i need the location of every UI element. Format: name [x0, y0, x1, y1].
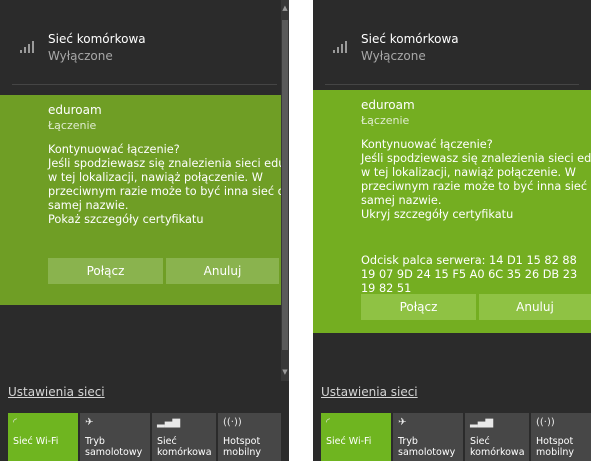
scrollbar-thumb[interactable] [282, 20, 288, 350]
cellular-status: Wyłączone [48, 49, 113, 63]
divider [12, 84, 277, 85]
tile-label: Tryb samolotowy [85, 436, 143, 458]
cellular-title: Sieć komórkowa [48, 32, 146, 46]
tile-label: Hotspot mobilny [536, 436, 575, 458]
cellular-network-item[interactable]: Sieć komórkowa Wyłączone [313, 24, 591, 72]
cancel-button[interactable]: Anuluj [166, 258, 279, 284]
cellular-icon: ▂▄▆ [157, 417, 181, 428]
tile-wifi[interactable]: ◜ Sieć Wi-Fi [8, 413, 78, 461]
cellular-network-item[interactable]: Sieć komórkowa Wyłączone [0, 24, 289, 72]
prompt-line: przeciwnym razie może to być inna sieć o… [48, 185, 289, 198]
quick-actions: ◜ Sieć Wi-Fi ✈ Tryb samolotowy ▂▄▆ Sieć … [313, 413, 591, 461]
prompt-line: samej nazwie. [361, 194, 442, 207]
network-name: eduroam [48, 103, 102, 117]
scroll-down-icon[interactable]: ▼ [281, 368, 289, 376]
tile-hotspot[interactable]: ((·)) Hotspot mobilny [218, 413, 281, 461]
wifi-icon: ◜ [326, 417, 330, 428]
hotspot-icon: ((·)) [536, 417, 555, 428]
prompt-question: Kontynuować łączenie? [361, 138, 493, 151]
show-certificate-link[interactable]: Pokaż szczegóły certyfikatu [48, 213, 281, 227]
tile-label: Tryb samolotowy [398, 436, 456, 458]
tile-label: Sieć komórkowa [470, 436, 525, 458]
airplane-icon: ✈ [85, 417, 94, 428]
connect-prompt: Kontynuować łączenie? Jeśli spodziewasz … [48, 143, 289, 227]
connect-button[interactable]: Połącz [48, 258, 163, 284]
tile-label: Hotspot mobilny [223, 436, 262, 458]
prompt-line: w tej lokalizacji, nawiąż połączenie. W [48, 171, 263, 184]
wifi-icon [333, 106, 351, 124]
prompt-line: Jeśli spodziewasz się znalezienia sieci … [48, 157, 289, 170]
tile-wifi[interactable]: ◜ Sieć Wi-Fi [321, 413, 391, 461]
scrollbar[interactable]: ▲ ▼ [281, 0, 289, 381]
server-fingerprint: Odcisk palca serwera: 14 D1 15 82 88 19 … [361, 254, 578, 295]
network-flyout-left: Sieć komórkowa Wyłączone eduroam Łączeni… [0, 0, 289, 461]
network-name: eduroam [361, 98, 415, 112]
prompt-line: Jeśli spodziewasz się znalezienia sieci … [361, 152, 591, 165]
hotspot-icon: ((·)) [223, 417, 242, 428]
cellular-title: Sieć komórkowa [361, 32, 459, 46]
prompt-question: Kontynuować łączenie? [48, 143, 180, 156]
connect-prompt: Kontynuować łączenie? Jeśli spodziewasz … [361, 138, 591, 222]
network-settings-link[interactable]: Ustawienia sieci [8, 385, 105, 399]
tile-airplane-mode[interactable]: ✈ Tryb samolotowy [80, 413, 150, 461]
wifi-network-card[interactable]: eduroam Łączenie Kontynuować łączenie? J… [0, 95, 289, 305]
cancel-button[interactable]: Anuluj [479, 294, 591, 320]
cellular-status: Wyłączone [361, 49, 426, 63]
cellular-signal-icon [333, 41, 349, 53]
airplane-icon: ✈ [398, 417, 407, 428]
prompt-line: samej nazwie. [48, 199, 129, 212]
connect-button[interactable]: Połącz [361, 294, 476, 320]
quick-actions: ◜ Sieć Wi-Fi ✈ Tryb samolotowy ▂▄▆ Sieć … [0, 413, 289, 461]
network-settings-link[interactable]: Ustawienia sieci [321, 385, 418, 399]
tile-label: Sieć Wi-Fi [326, 436, 372, 447]
network-status: Łączenie [48, 119, 97, 132]
network-status: Łączenie [361, 114, 410, 127]
tile-cellular[interactable]: ▂▄▆ Sieć komórkowa [152, 413, 216, 461]
scroll-up-icon[interactable]: ▲ [281, 4, 289, 12]
tile-label: Sieć Wi-Fi [13, 436, 59, 447]
wifi-icon: ◜ [13, 417, 17, 428]
tile-cellular[interactable]: ▂▄▆ Sieć komórkowa [465, 413, 529, 461]
cellular-signal-icon [20, 41, 36, 53]
tile-airplane-mode[interactable]: ✈ Tryb samolotowy [393, 413, 463, 461]
prompt-line: przeciwnym razie może to być inna sieć o… [361, 180, 591, 193]
divider [325, 84, 579, 85]
tile-label: Sieć komórkowa [157, 436, 212, 458]
network-flyout-right: Sieć komórkowa Wyłączone eduroam Łączeni… [313, 0, 591, 461]
tile-hotspot[interactable]: ((·)) Hotspot mobilny [531, 413, 591, 461]
wifi-icon [20, 111, 38, 129]
prompt-line: w tej lokalizacji, nawiąż połączenie. W [361, 166, 576, 179]
hide-certificate-link[interactable]: Ukryj szczegóły certyfikatu [361, 208, 583, 222]
cellular-icon: ▂▄▆ [470, 417, 494, 428]
wifi-network-card[interactable]: eduroam Łączenie Kontynuować łączenie? J… [313, 90, 591, 333]
